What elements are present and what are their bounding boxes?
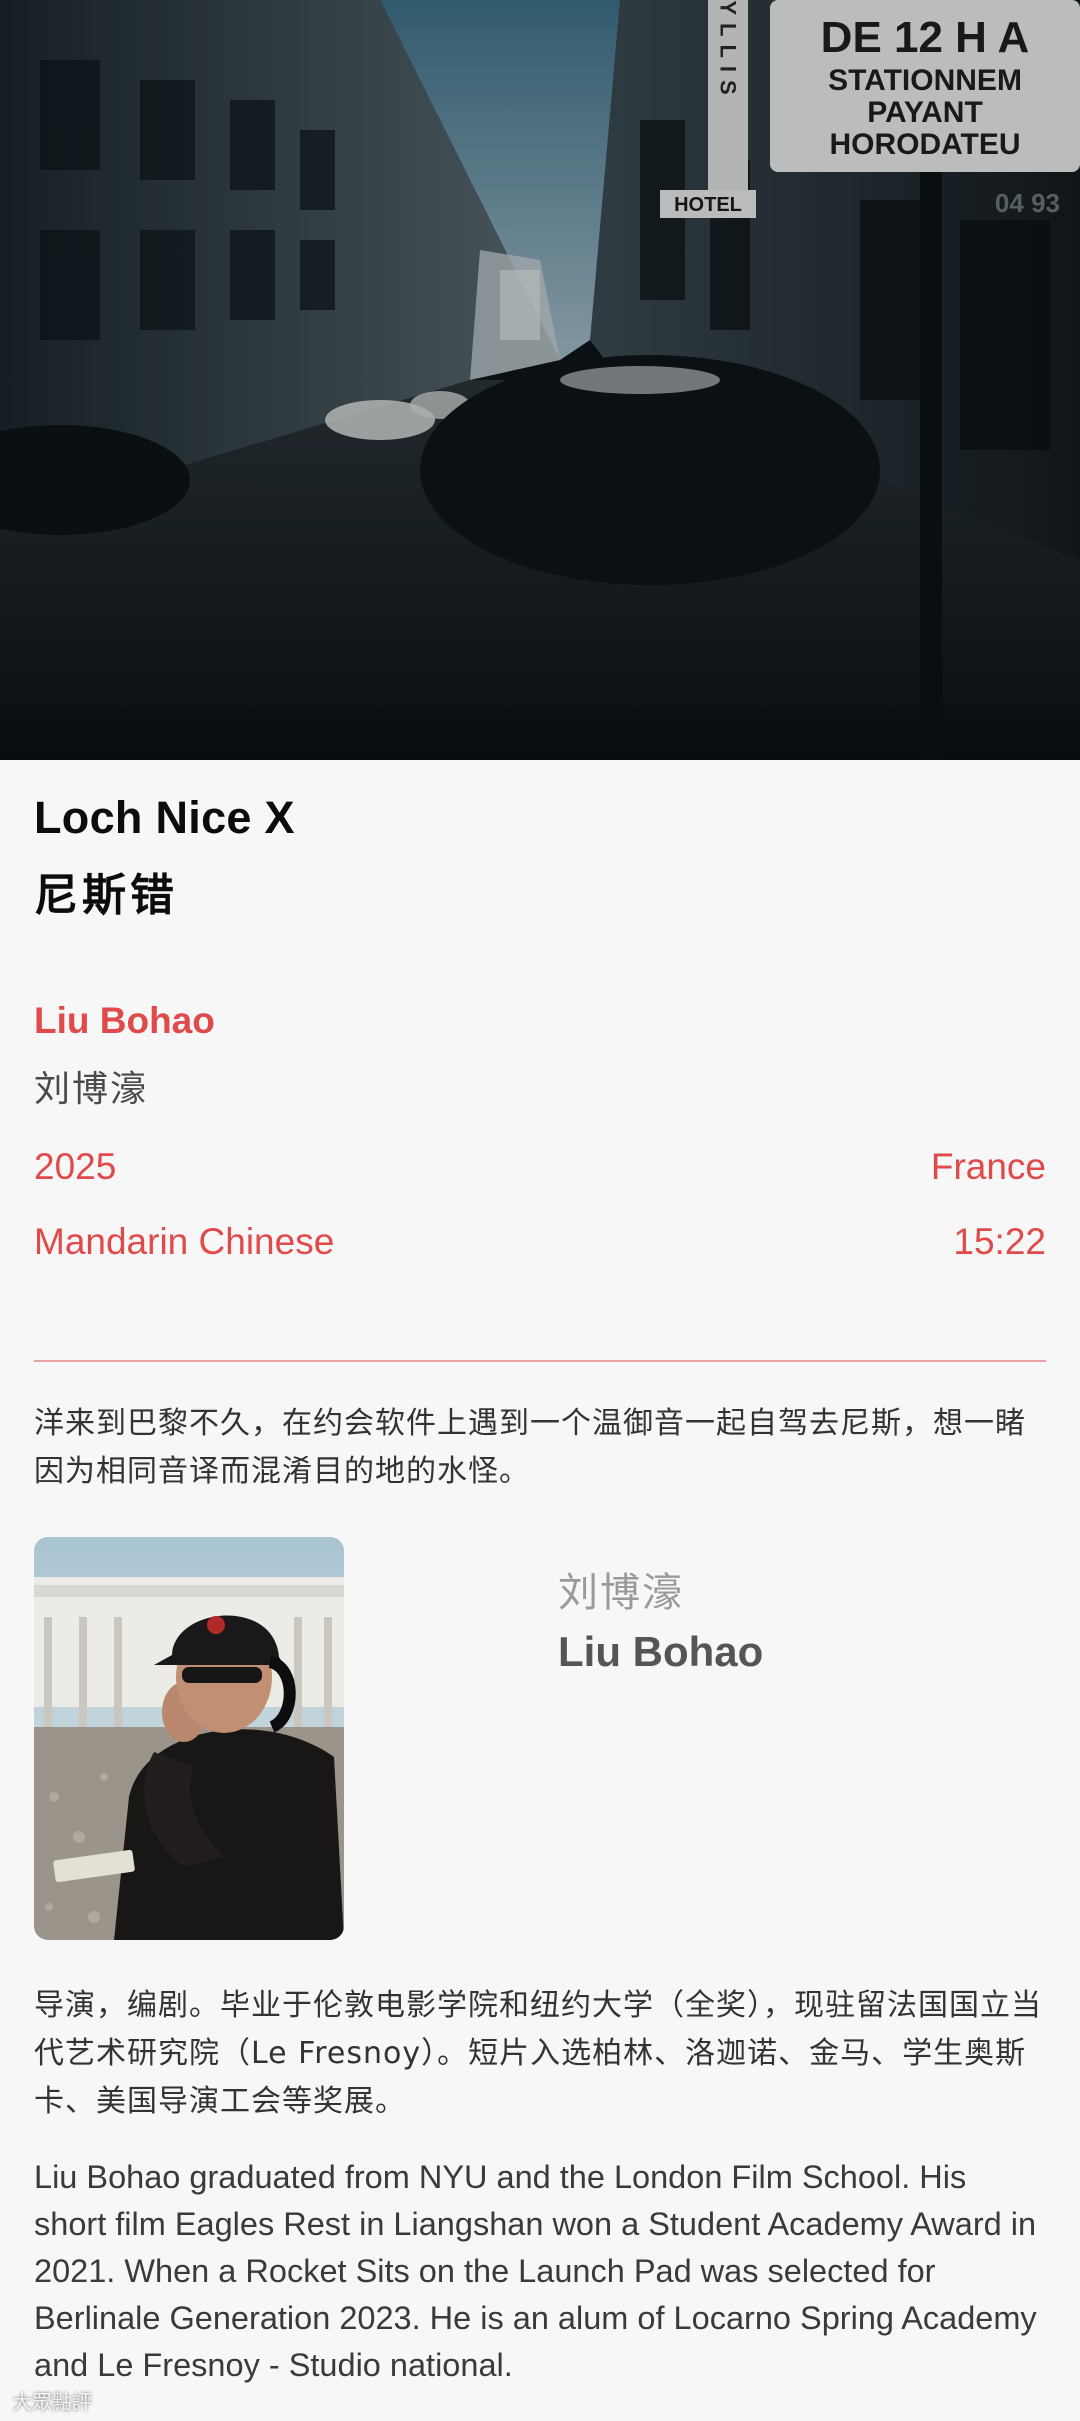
director-photo: [34, 1537, 344, 1940]
meta-row-year-country: 2025 France: [34, 1146, 1046, 1188]
director-bio-zh: 导演，编剧。毕业于伦敦电影学院和纽约大学（全奖），现驻留法国国立当代艺术研究院（…: [34, 1988, 1042, 2119]
section-divider: [34, 1360, 1046, 1362]
film-year: 2025: [34, 1146, 117, 1187]
director-name-zh: 刘博濠: [34, 1069, 149, 1110]
film-title-en: Loch Nice X: [34, 792, 295, 843]
meta-row-language-duration: Mandarin Chinese 15:22: [34, 1221, 1046, 1263]
film-language: Mandarin Chinese: [34, 1221, 335, 1262]
film-duration: 15:22: [953, 1221, 1046, 1262]
director-card-name-en: Liu Bohao: [558, 1628, 764, 1675]
director-card-name-zh: 刘博濠: [558, 1570, 684, 1616]
app-watermark: 大眾點評: [12, 2390, 92, 2414]
director-bio-en: Liu Bohao graduated from NYU and the Lon…: [34, 2159, 1037, 2383]
film-detail-page: RYLLIS HOTEL DE 12 H A STATIONNEM PAYANT…: [0, 0, 1080, 2421]
hero-film-still: RYLLIS HOTEL DE 12 H A STATIONNEM PAYANT…: [0, 0, 1080, 760]
director-portrait: [34, 1537, 344, 1940]
film-title-zh: 尼斯错: [34, 870, 178, 921]
film-synopsis: 洋来到巴黎不久，在约会软件上遇到一个温御音一起自驾去尼斯，想一睹因为相同音译而混…: [34, 1406, 1026, 1489]
street-scene-image: RYLLIS HOTEL DE 12 H A STATIONNEM PAYANT…: [0, 0, 1080, 760]
director-name-en[interactable]: Liu Bohao: [34, 1000, 215, 1042]
film-country: France: [930, 1146, 1046, 1187]
